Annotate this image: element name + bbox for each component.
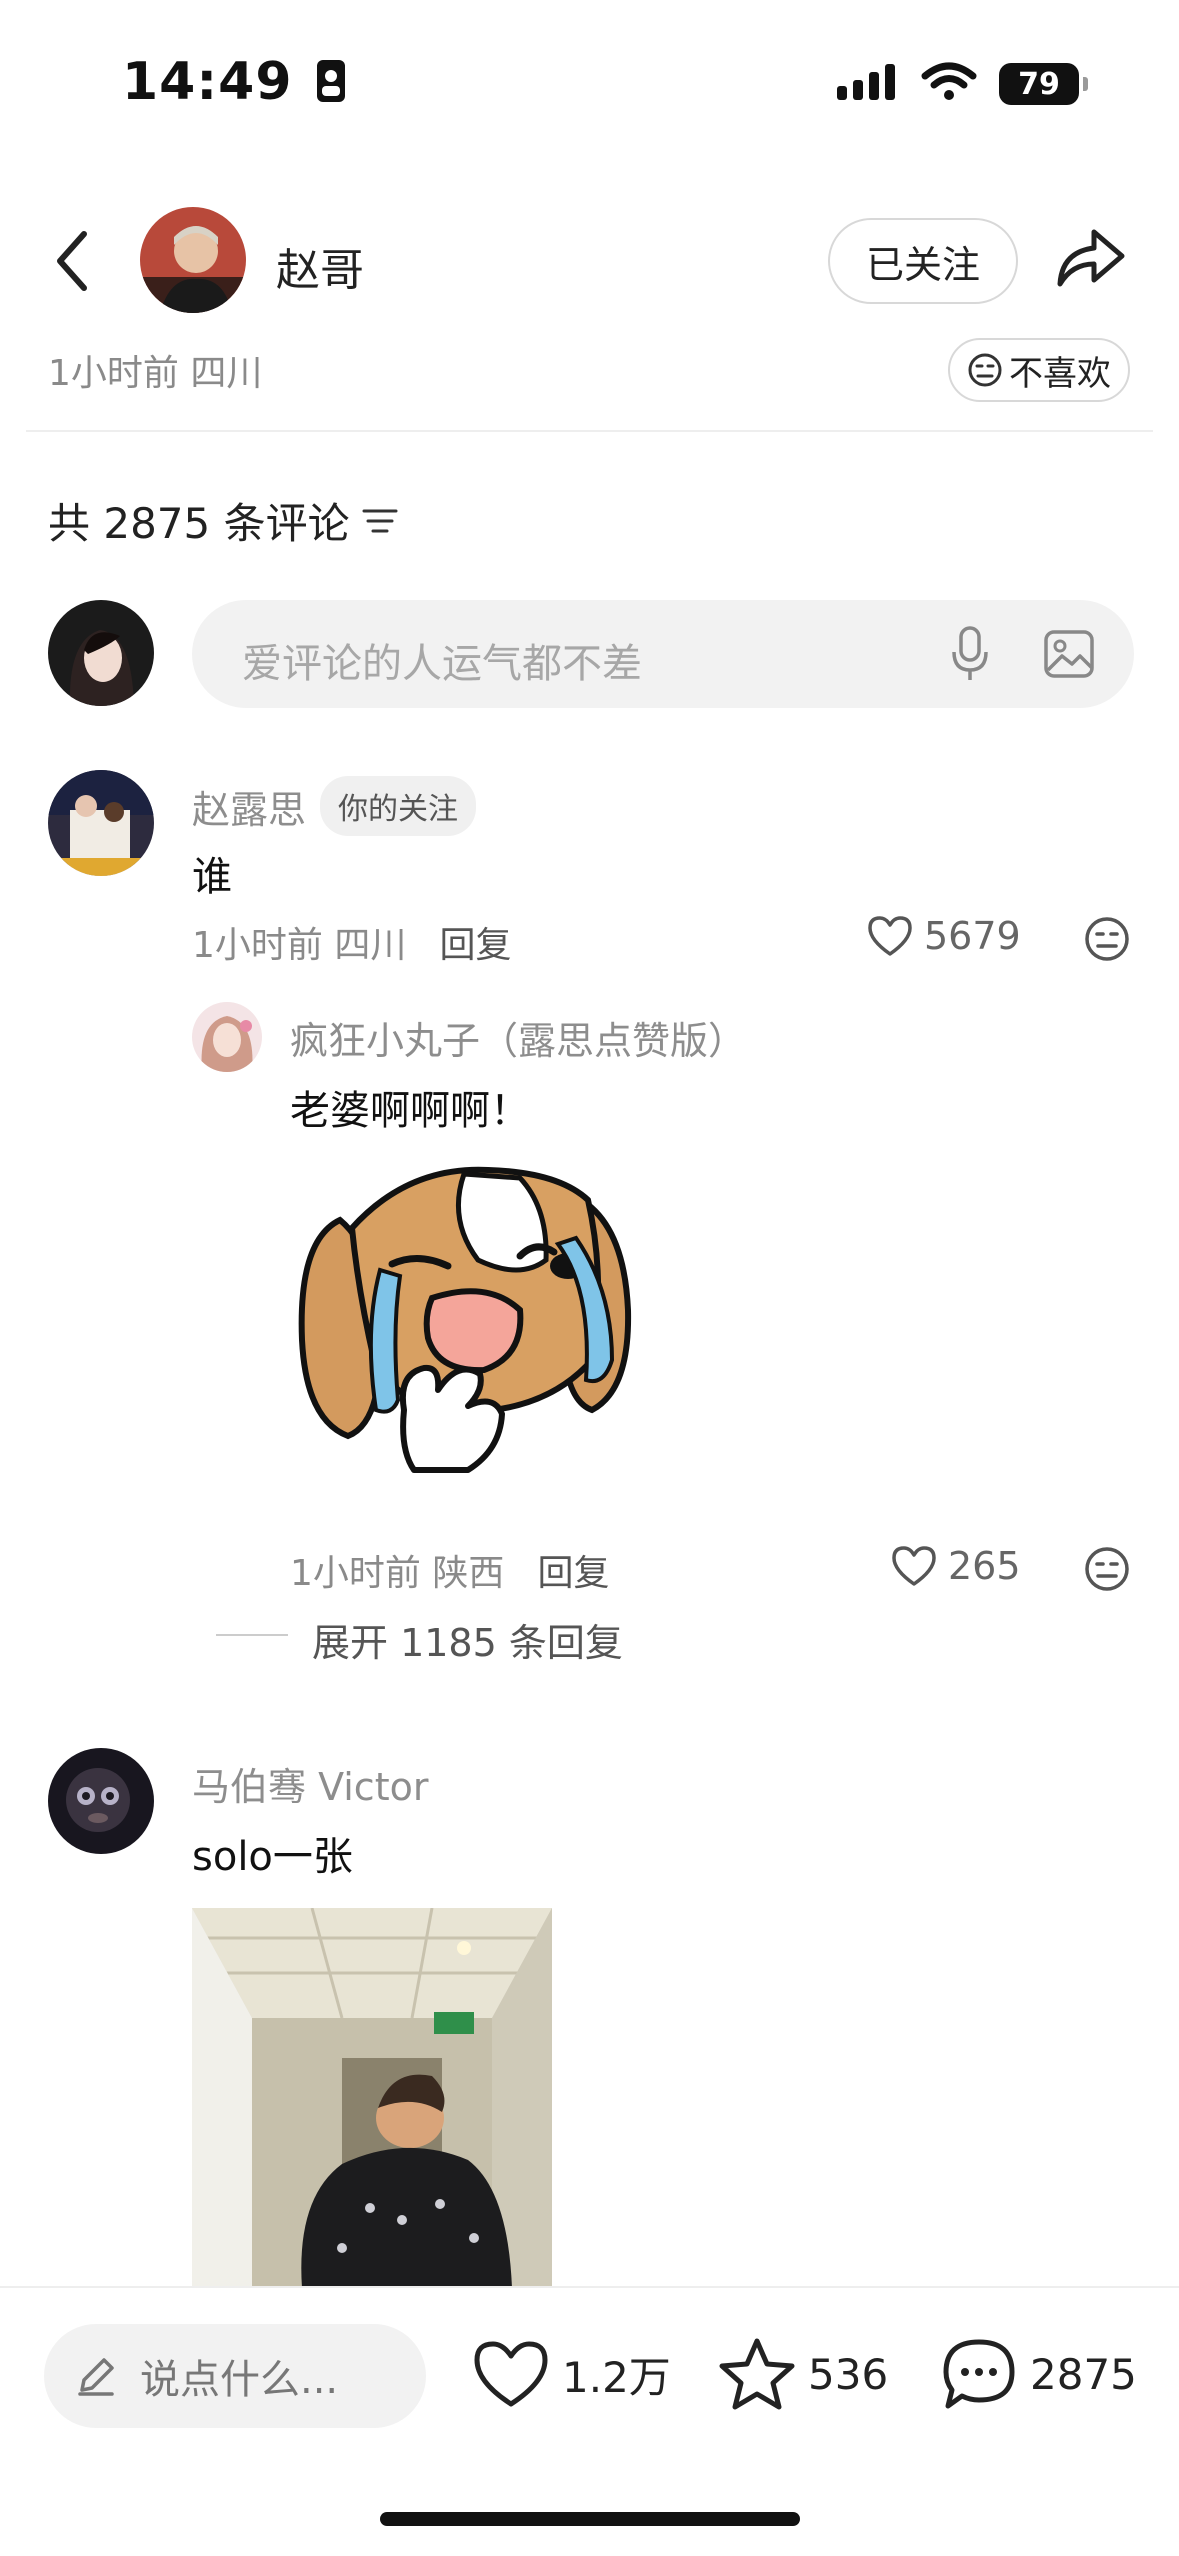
comment-bubble-icon <box>943 2339 1015 2409</box>
cellular-signal-icon <box>837 62 899 106</box>
home-indicator[interactable] <box>380 2512 800 2526</box>
heart-icon <box>868 916 912 956</box>
reply-meta: 1小时前 陕西 回复 <box>290 1553 610 1594</box>
comment-username[interactable]: 马伯骞 Victor <box>192 1756 428 1811</box>
comment-input-placeholder: 爱评论的人运气都不差 <box>242 641 642 687</box>
comment-text: solo一张 <box>192 1834 353 1880</box>
comment-text: 谁 <box>192 854 232 900</box>
following-badge: 你的关注 <box>320 776 477 836</box>
author-avatar[interactable] <box>140 207 246 313</box>
chevron-left-icon <box>57 231 87 291</box>
commenter-avatar[interactable] <box>48 770 154 876</box>
reply-like-button[interactable]: 265 <box>890 1544 1021 1588</box>
share-button[interactable] <box>1052 222 1128 294</box>
reply-like-count: 265 <box>948 1544 1021 1588</box>
reply-button[interactable]: 回复 <box>439 925 511 966</box>
star-icon <box>719 2338 795 2410</box>
follow-button[interactable]: 已关注 <box>828 218 1018 304</box>
comments-count-title: 共 2875 条评论 <box>48 490 398 551</box>
dislike-label: 不喜欢 <box>1009 353 1111 394</box>
share-arrow-icon <box>1057 229 1125 287</box>
like-count: 5679 <box>924 914 1021 958</box>
post-meta: 1小时前 四川 <box>48 353 263 394</box>
header-divider <box>26 430 1153 432</box>
post-favorite-count: 536 <box>808 2349 889 2399</box>
comment-meta: 1小时前 四川 回复 <box>192 925 512 966</box>
post-favorite-button[interactable]: 536 <box>718 2336 888 2412</box>
neutral-face-icon <box>1085 1547 1129 1591</box>
post-like-count: 1.2万 <box>562 2352 671 2402</box>
image-picker-icon[interactable] <box>1044 630 1094 682</box>
expand-replies-button[interactable]: 展开 1185 条回复 <box>312 1612 623 1667</box>
reply-avatar[interactable] <box>192 1002 262 1072</box>
sticker-crying-dog[interactable] <box>288 1160 648 1510</box>
microphone-icon[interactable] <box>950 626 990 686</box>
follow-button-label: 已关注 <box>865 242 980 287</box>
post-comment-button[interactable]: 2875 <box>940 2336 1137 2412</box>
comment-dislike-button[interactable] <box>1084 916 1130 966</box>
bottom-comment-placeholder: 说点什么... <box>140 2357 339 2403</box>
pencil-icon <box>78 2358 114 2396</box>
sort-filter-icon[interactable] <box>362 506 398 536</box>
back-button[interactable] <box>48 226 98 296</box>
neutral-face-icon <box>968 353 1002 387</box>
post-comment-count: 2875 <box>1030 2349 1137 2399</box>
commenter-avatar[interactable] <box>48 1748 154 1854</box>
reply-username[interactable]: 疯狂小丸子（露思点赞版） <box>290 1010 746 1065</box>
heart-icon <box>474 2341 548 2407</box>
status-time: 14:49 <box>122 52 346 116</box>
wifi-icon <box>921 62 977 106</box>
neutral-face-icon <box>1085 917 1129 961</box>
expand-divider-line <box>216 1634 288 1636</box>
current-user-avatar <box>48 600 154 706</box>
comment-input[interactable]: 爱评论的人运气都不差 <box>192 600 1134 708</box>
reply-to-reply-button[interactable]: 回复 <box>537 1553 609 1594</box>
comment-username[interactable]: 赵露思 你的关注 <box>192 776 477 836</box>
dislike-button[interactable]: 不喜欢 <box>948 338 1130 402</box>
status-icons: 79 <box>837 62 1088 106</box>
comment-photo[interactable] <box>192 1908 552 2288</box>
reply-dislike-button[interactable] <box>1084 1546 1130 1596</box>
heart-icon <box>892 1546 936 1586</box>
battery-indicator: 79 <box>999 63 1088 105</box>
post-like-button[interactable]: 1.2万 <box>472 2338 671 2410</box>
comment-like-button[interactable]: 5679 <box>866 914 1021 958</box>
id-card-icon <box>316 56 346 116</box>
author-name[interactable]: 赵哥 <box>276 234 364 298</box>
reply-text: 老婆啊啊啊！ <box>290 1088 530 1134</box>
bottom-comment-input[interactable]: 说点什么... <box>44 2324 426 2428</box>
